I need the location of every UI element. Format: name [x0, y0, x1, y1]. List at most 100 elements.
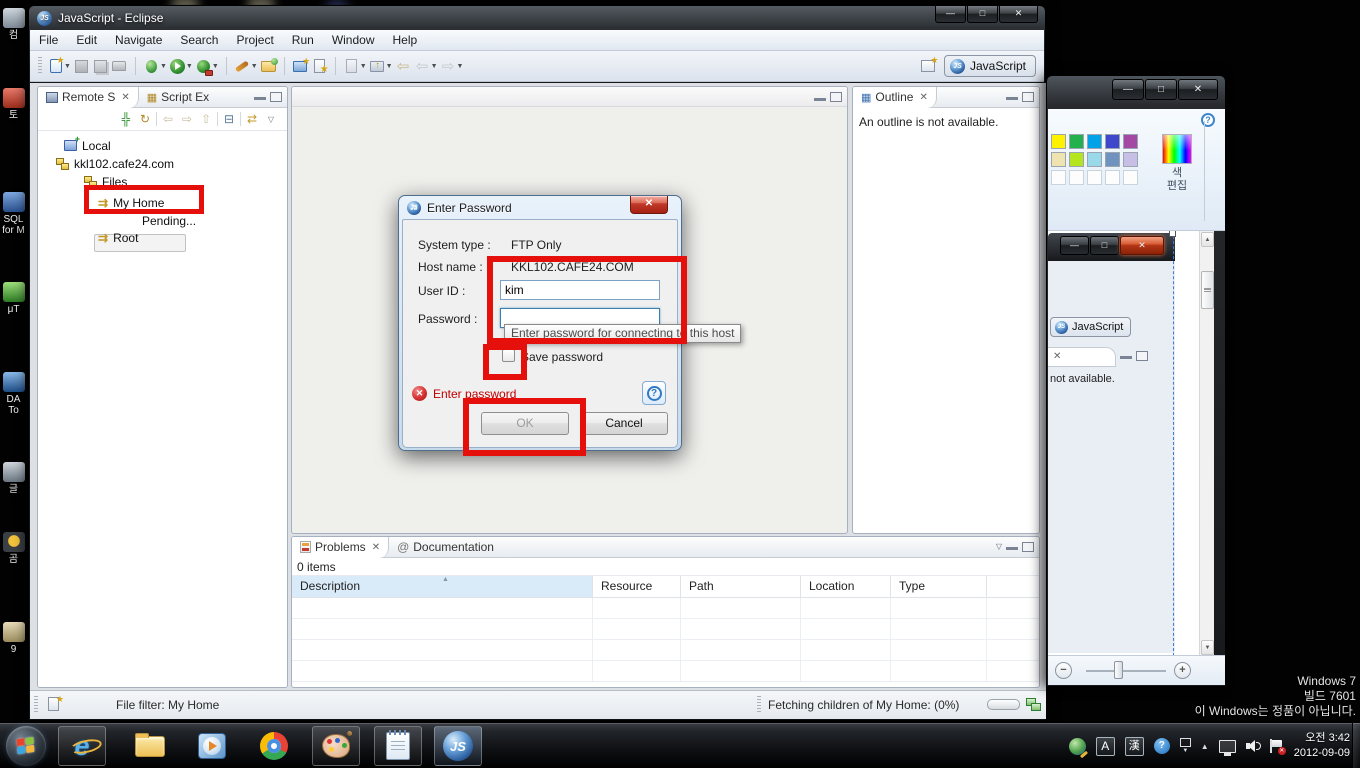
maximize-view-icon[interactable]	[1022, 92, 1034, 102]
column-location[interactable]: Location	[801, 576, 891, 597]
last-edit-icon[interactable]	[343, 58, 360, 75]
dropdown-icon[interactable]: ▼	[386, 63, 393, 70]
taskbar-chrome[interactable]	[250, 726, 298, 766]
tab-remote-systems[interactable]: Remote S✕	[38, 87, 139, 108]
selection-handle[interactable]	[1169, 231, 1176, 237]
collapse-all-icon[interactable]: ⊟	[221, 111, 237, 127]
menu-file[interactable]: File	[30, 33, 67, 47]
taskbar-windows-explorer[interactable]	[126, 726, 174, 766]
show-desktop-button[interactable]	[1352, 723, 1360, 768]
scroll-down-icon[interactable]: ▼	[1201, 640, 1214, 655]
desktop-shortcut[interactable]: 곰	[0, 532, 27, 565]
color-swatch-empty[interactable]	[1087, 170, 1102, 185]
zoom-slider-track[interactable]	[1086, 670, 1166, 672]
taskbar-paint[interactable]	[312, 726, 360, 766]
maximize-view-icon[interactable]	[270, 92, 282, 102]
color-swatch[interactable]	[1105, 152, 1120, 167]
desktop-shortcut[interactable]: 토	[0, 88, 27, 121]
taskbar-internet-explorer[interactable]: e	[58, 726, 106, 766]
column-path[interactable]: Path	[681, 576, 801, 597]
dropdown-icon[interactable]: ▼	[186, 63, 193, 70]
fastview-icon[interactable]: ★	[48, 697, 59, 711]
minimize-button[interactable]: —	[1112, 79, 1144, 100]
minimize-button[interactable]: —	[935, 6, 966, 23]
dropdown-icon[interactable]: ▼	[360, 63, 367, 70]
minimize-view-icon[interactable]	[1006, 542, 1018, 550]
new-wizard-icon[interactable]: ★	[47, 58, 64, 75]
close-tab-icon[interactable]: ✕	[372, 542, 380, 553]
menu-project[interactable]: Project	[227, 33, 282, 47]
menu-search[interactable]: Search	[171, 33, 227, 47]
close-tab-icon[interactable]: ✕	[919, 92, 927, 103]
open-folder-icon[interactable]	[260, 58, 277, 75]
tab-script-explorer[interactable]: ▦ Script Ex	[139, 87, 217, 108]
start-button[interactable]	[6, 726, 46, 766]
zoom-out-button[interactable]: −	[1055, 662, 1072, 679]
color-swatch[interactable]	[1087, 152, 1102, 167]
new-connection-icon[interactable]: ╬	[118, 111, 134, 127]
close-button[interactable]: ✕	[1178, 79, 1218, 100]
titlebar[interactable]: JS JavaScript - Eclipse	[29, 6, 1045, 30]
close-tab-icon[interactable]: ✕	[121, 92, 129, 103]
refresh-icon[interactable]: ↻	[137, 111, 153, 127]
ime-alpha-icon[interactable]: A	[1096, 737, 1115, 756]
pen-marker-icon[interactable]	[234, 58, 251, 75]
color-swatch[interactable]	[1087, 134, 1102, 149]
color-swatch-empty[interactable]	[1069, 170, 1084, 185]
maximize-view-icon[interactable]	[830, 92, 842, 102]
column-resource[interactable]: Resource	[593, 576, 681, 597]
desktop-shortcut[interactable]: DA To	[0, 372, 27, 416]
open-type-icon[interactable]: ★	[292, 58, 309, 75]
desktop-shortcut[interactable]: 컴	[0, 8, 27, 41]
minimize-view-icon[interactable]	[814, 93, 826, 101]
search-doc-icon[interactable]: ★	[311, 58, 328, 75]
tree-item-root[interactable]: ⇉ Root	[98, 229, 138, 246]
desktop-shortcut[interactable]: 글	[0, 462, 27, 495]
paint-canvas[interactable]: — □ ✕ JS JavaScript ✕ not available.	[1048, 231, 1200, 656]
up-folder-icon[interactable]: ↑	[369, 58, 386, 75]
progress-view-icon[interactable]	[1026, 698, 1041, 711]
taskbar-clock[interactable]: 오전 3:42 2012-09-09	[1294, 731, 1350, 761]
taskbar-notepad[interactable]	[374, 726, 422, 766]
perspective-javascript-button[interactable]: JS JavaScript	[944, 55, 1036, 77]
back-last-edit-icon[interactable]: ⇦	[395, 58, 412, 75]
dropdown-icon[interactable]: ▼	[212, 63, 219, 70]
scrollbar-thumb[interactable]	[1201, 271, 1214, 309]
cancel-button[interactable]: Cancel	[580, 412, 668, 435]
tab-problems[interactable]: Problems✕	[292, 537, 389, 558]
tree-item-connection[interactable]: kkl102.cafe24.com	[56, 155, 174, 172]
menu-navigate[interactable]: Navigate	[106, 33, 171, 47]
tab-documentation[interactable]: @ Documentation	[389, 537, 502, 558]
desktop-shortcut[interactable]: SQL for M	[0, 192, 27, 236]
zoom-in-button[interactable]: +	[1174, 662, 1191, 679]
run-icon[interactable]	[169, 58, 186, 75]
switch-view-icon[interactable]: ⇄	[244, 111, 260, 127]
color-swatch[interactable]	[1051, 152, 1066, 167]
view-menu-icon[interactable]: ▽	[996, 542, 1002, 552]
tab-outline[interactable]: ▦ Outline✕	[853, 87, 937, 108]
action-center-flag-icon[interactable]: ✕	[1270, 739, 1283, 753]
minimize-view-icon[interactable]	[254, 92, 266, 100]
ime-hanja-icon[interactable]: 漢	[1125, 737, 1144, 756]
help-button[interactable]: ?	[642, 381, 666, 405]
color-swatch[interactable]	[1123, 152, 1138, 167]
menu-window[interactable]: Window	[323, 33, 384, 47]
desktop-shortcut[interactable]: 9	[0, 622, 27, 655]
color-swatch-empty[interactable]	[1051, 170, 1066, 185]
ime-help-icon[interactable]: ?	[1154, 738, 1170, 754]
column-description[interactable]: Description▲	[292, 576, 593, 597]
dropdown-icon[interactable]: ▼	[64, 63, 71, 70]
scroll-up-icon[interactable]: ▲	[1201, 232, 1214, 247]
maximize-button[interactable]: □	[967, 6, 998, 23]
column-type[interactable]: Type	[891, 576, 987, 597]
language-globe-icon[interactable]	[1069, 738, 1086, 755]
color-swatch[interactable]	[1069, 134, 1084, 149]
dropdown-icon[interactable]: ▼	[251, 63, 258, 70]
open-perspective-icon[interactable]: ★	[920, 58, 937, 75]
desktop-shortcut[interactable]: μT	[0, 282, 27, 315]
color-swatch-empty[interactable]	[1123, 170, 1138, 185]
close-button[interactable]: ✕	[630, 196, 668, 214]
view-menu-icon[interactable]: ▽	[263, 111, 279, 127]
maximize-button[interactable]: □	[1145, 79, 1177, 100]
show-hidden-icons[interactable]: ▲	[1201, 742, 1209, 751]
